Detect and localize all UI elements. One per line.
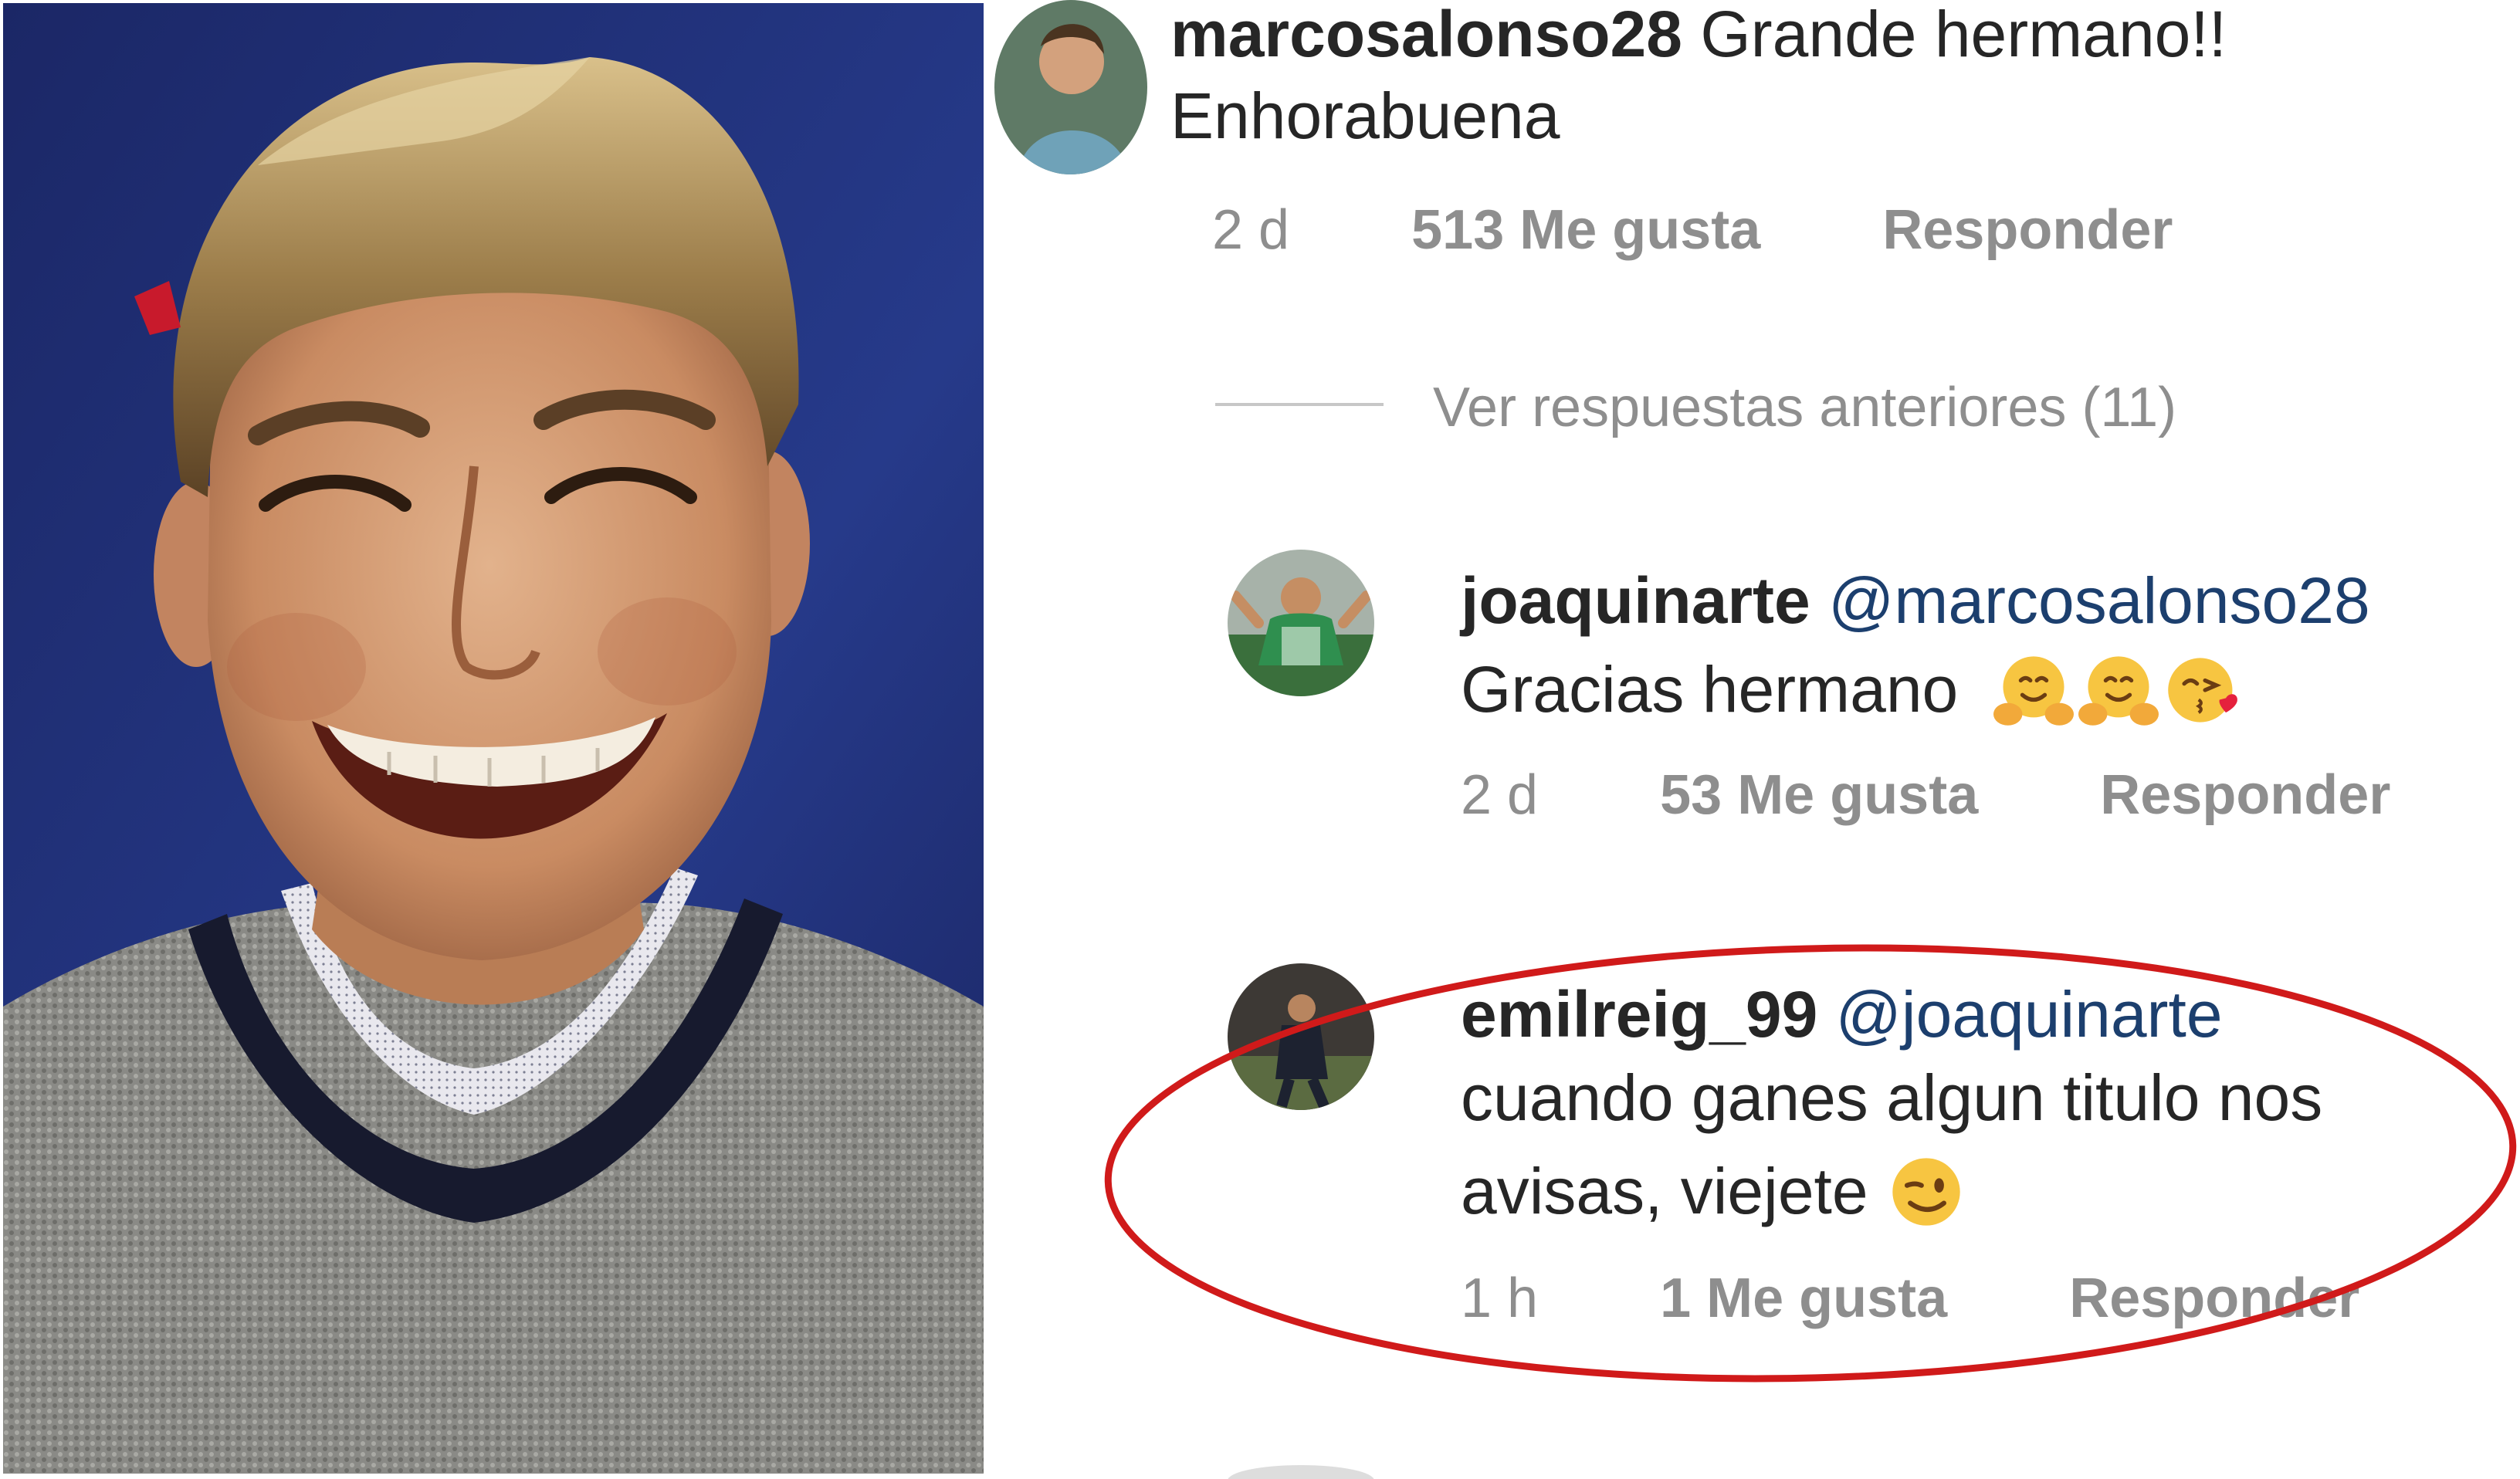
comment-meta: 1 h 1 Me gusta Responder xyxy=(1461,1271,2359,1326)
reply-button[interactable]: Responder xyxy=(2069,1267,2359,1329)
mention-link[interactable]: @joaquinarte xyxy=(1836,978,2223,1051)
comment-username[interactable]: joaquinarte xyxy=(1461,564,1810,637)
comment-text: marcosalonso28 Grande hermano!! xyxy=(1170,2,2227,66)
avatar[interactable] xyxy=(994,0,1147,174)
panel-divider xyxy=(984,0,991,1479)
comment-body: Gracias hermano xyxy=(1461,653,1959,726)
winking-face-emoji-icon xyxy=(1892,1158,1960,1226)
comment-body: Grande hermano!! xyxy=(1700,0,2227,70)
hugging-face-emoji-icon xyxy=(2078,656,2159,726)
comment-text-continued: cuando ganes algun titulo nos xyxy=(1461,1061,2323,1134)
view-previous-replies-link[interactable]: Ver respuestas anteriores (11) xyxy=(1433,380,2176,435)
comment-body: avisas, viejete xyxy=(1461,1155,1868,1227)
reply-button[interactable]: Responder xyxy=(2100,764,2390,826)
comment-text-continued: Gracias hermano xyxy=(1461,650,2244,730)
comment-text-continued: Enhorabuena xyxy=(1170,80,1560,152)
like-count[interactable]: 513 Me gusta xyxy=(1411,199,1760,261)
face-blowing-kiss-emoji-icon xyxy=(2167,658,2237,723)
comment-text: joaquinarte @marcosalonso28 xyxy=(1461,568,2370,633)
next-avatar-partial xyxy=(1228,1465,1374,1479)
like-count[interactable]: 1 Me gusta xyxy=(1660,1267,1947,1329)
comment-time: 2 d xyxy=(1461,764,1539,826)
mention-link[interactable]: @marcosalonso28 xyxy=(1828,564,2370,637)
comment-username[interactable]: emilreig_99 xyxy=(1461,978,1817,1051)
comment-time: 2 d xyxy=(1212,199,1290,261)
comment-username[interactable]: marcosalonso28 xyxy=(1170,0,1682,70)
replies-divider-line xyxy=(1215,403,1384,406)
user-avatar-photo-icon xyxy=(1228,963,1374,1110)
reply-button[interactable]: Responder xyxy=(1882,199,2173,261)
comment-meta: 2 d 53 Me gusta Responder xyxy=(1461,767,2390,823)
avatar[interactable] xyxy=(1228,963,1374,1110)
comment-text: emilreig_99 @joaquinarte xyxy=(1461,982,2223,1047)
portrait-photo xyxy=(3,3,984,1474)
comments-panel: marcosalonso28 Grande hermano!! Enhorabu… xyxy=(991,0,2520,1479)
portrait-illustration xyxy=(3,3,984,1474)
user-avatar-photo-icon xyxy=(994,0,1147,174)
avatar[interactable] xyxy=(1228,550,1374,696)
comment-meta: 2 d 513 Me gusta Responder xyxy=(1212,202,2173,258)
like-count[interactable]: 53 Me gusta xyxy=(1660,764,1978,826)
comment-text-continued: avisas, viejete xyxy=(1461,1152,1966,1232)
hugging-face-emoji-icon xyxy=(1993,656,2074,726)
comment-time: 1 h xyxy=(1461,1267,1539,1329)
user-avatar-photo-icon xyxy=(1228,550,1374,696)
